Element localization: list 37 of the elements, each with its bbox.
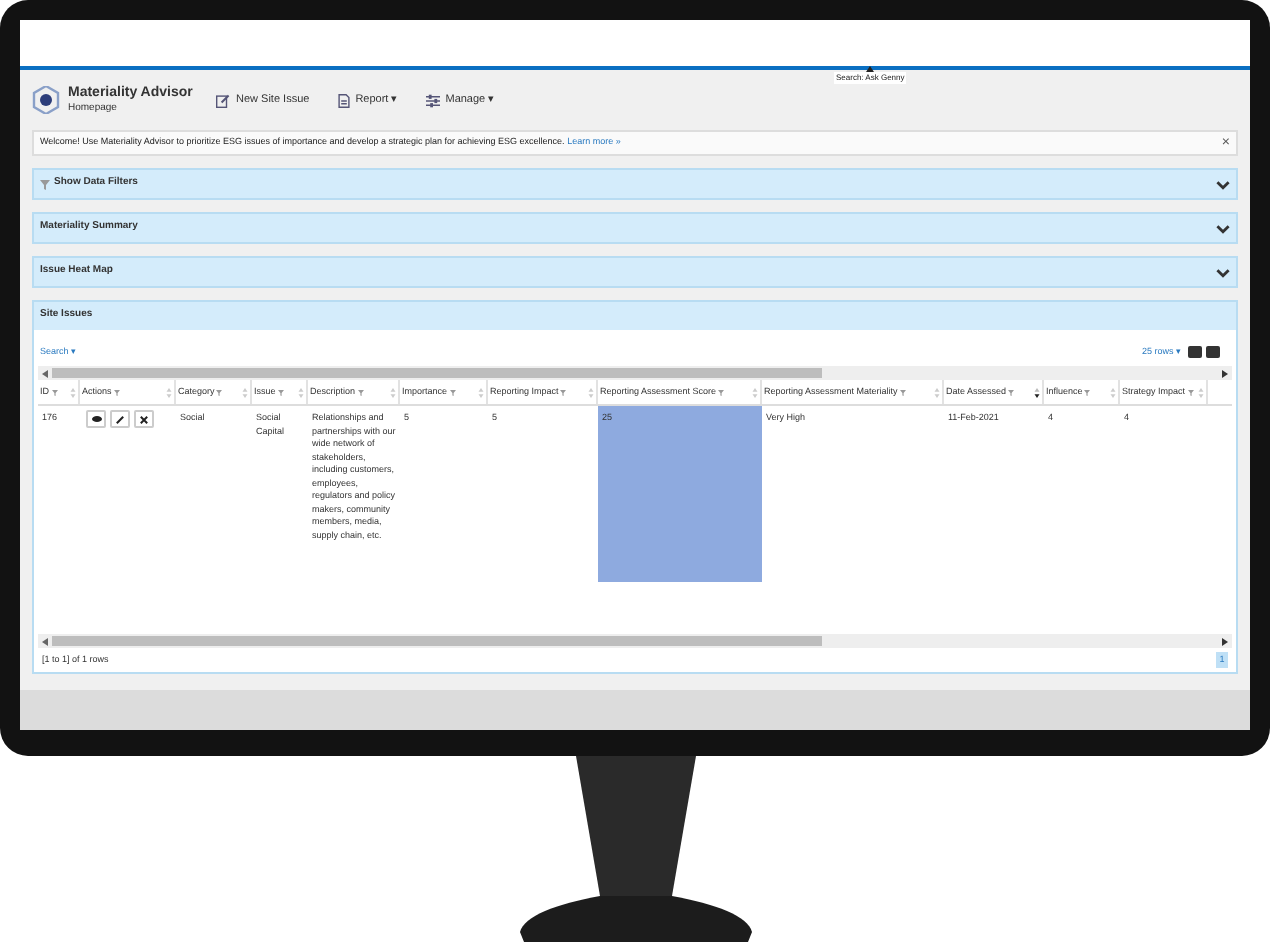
filter-icon[interactable] [899, 389, 906, 395]
filter-icon[interactable] [216, 389, 223, 395]
document-icon [337, 93, 350, 107]
view-button[interactable] [86, 410, 106, 428]
scrollbar-thumb[interactable] [52, 636, 822, 646]
chevron-down-icon[interactable] [1216, 267, 1230, 277]
sliders-icon [425, 93, 440, 107]
chevron-down-icon[interactable] [1216, 179, 1230, 189]
edit-icon [216, 93, 230, 107]
filter-icon[interactable] [560, 389, 567, 395]
horizontal-scrollbar[interactable] [38, 366, 1232, 380]
sort-icon[interactable] [1034, 387, 1040, 397]
filter-icon[interactable] [449, 389, 456, 395]
scroll-right-icon[interactable] [1222, 369, 1228, 377]
scrollbar-thumb[interactable] [52, 368, 822, 378]
chevron-down-icon[interactable] [1216, 223, 1230, 233]
filter-icon[interactable] [1187, 389, 1194, 395]
eye-icon [91, 416, 101, 422]
logo-icon [32, 86, 60, 114]
filter-icon[interactable] [40, 179, 50, 189]
filter-icon[interactable] [277, 389, 284, 395]
filter-icon[interactable] [113, 389, 120, 395]
print-button[interactable] [1188, 346, 1202, 358]
filter-icon[interactable] [1084, 389, 1091, 395]
close-icon [140, 415, 148, 423]
export-button[interactable] [1206, 346, 1220, 358]
filter-icon[interactable] [51, 389, 57, 395]
scroll-right-icon[interactable] [1222, 637, 1228, 645]
filter-icon[interactable] [1008, 389, 1015, 395]
scroll-left-icon[interactable] [42, 369, 48, 377]
horizontal-scrollbar[interactable] [38, 634, 1232, 648]
scroll-left-icon[interactable] [42, 637, 48, 645]
pencil-icon [116, 415, 124, 423]
filter-icon[interactable] [718, 389, 725, 395]
edit-button[interactable] [110, 410, 130, 428]
filter-icon[interactable] [357, 389, 364, 395]
delete-button[interactable] [134, 410, 154, 428]
